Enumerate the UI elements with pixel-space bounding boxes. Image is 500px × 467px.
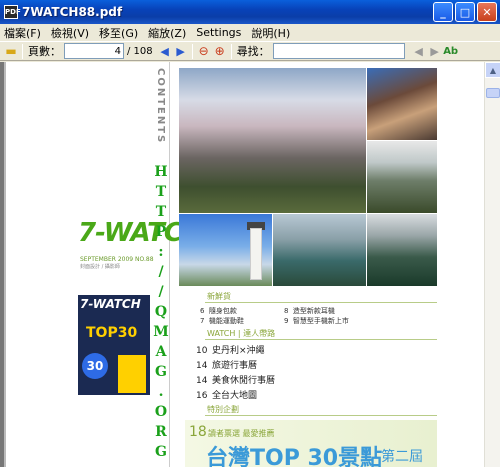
section-rule [205,415,437,416]
issue-subtitle: 封面設計 / 攝影師 [80,264,120,270]
cover-logo: 7-WATCH [80,297,141,311]
section-watch: WATCH | 達人帶路 [207,329,276,338]
window-title: 7WATCH88.pdf [22,5,123,19]
section-rule [205,302,437,303]
section-rule [205,339,437,340]
vertical-scrollbar[interactable]: ▲ [484,62,500,467]
feature-suffix: 第二屆 [381,449,423,465]
feature-title: 台灣TOP 30景點 [206,446,383,467]
page-edge-shadow [4,62,6,467]
find-previous-icon[interactable]: ◀ [411,43,427,59]
toc-item: 14 美食休閒行事曆 [196,376,276,386]
section-special: 特別企劃 [207,405,239,414]
toc-item: 16 全台大地圖 [196,391,258,401]
page-label: 頁數： [28,45,61,58]
lighthouse-tower [250,228,262,280]
menu-zoom[interactable]: 縮放(Z) [148,25,186,41]
toc-item: 7 機能運動鞋 [200,317,244,325]
page-total: / 108 [127,45,153,57]
toolbar-separator [191,43,193,59]
app-icon: PDF [4,5,21,19]
menu-bar: 檔案(F) 檢視(V) 移至(G) 縮放(Z) Settings 說明(H) [0,24,500,41]
section-new: 新鮮貨 [207,292,231,301]
toc-item: 10 史丹利×沖繩 [196,346,265,356]
people-photo [367,68,437,140]
document-view[interactable]: CONTENTS 7-WATCH SEPTEMBER 2009 NO.88 封面… [0,62,484,467]
toolbar-separator [22,43,23,59]
cover-title: TOP30 [86,325,138,341]
zoom-in-icon[interactable]: ⊕ [212,43,228,59]
page-number-input[interactable] [64,43,124,59]
lake-photo [273,214,366,286]
toolbar-separator [230,43,232,59]
menu-view[interactable]: 檢視(V) [51,25,89,41]
toolbar: ▬ 頁數： / 108 ◀ ▶ ⊖ ⊕ 尋找： ◀ ▶ Ab [0,41,500,61]
issue-label: SEPTEMBER 2009 NO.88 [80,256,154,263]
valley-photo [367,214,437,286]
open-folder-icon[interactable]: ▬ [3,43,19,59]
close-button[interactable]: ✕ [477,2,497,22]
next-page-icon[interactable]: ▶ [173,43,189,59]
find-next-icon[interactable]: ▶ [427,43,443,59]
menu-goto[interactable]: 移至(G) [99,25,138,41]
feature-subtitle: 讀者票選 最愛推薦 [208,429,275,438]
find-label: 尋找： [236,45,270,58]
toc-item: 6 隨身包款 [200,307,237,315]
watermark-text: H T T P : / / Q M A G . O R G [153,164,169,460]
zoom-out-icon[interactable]: ⊖ [196,43,212,59]
previous-page-icon[interactable]: ◀ [157,43,173,59]
cover-badge: 30 [82,353,108,379]
menu-help[interactable]: 說明(H) [251,25,290,41]
magazine-cover-thumbnail: 7-WATCH TOP30 30 [78,295,150,395]
feature-page-number: 18 [189,424,207,440]
cover-strip [118,355,146,393]
mountain-photo [367,141,437,213]
minimize-button[interactable]: _ [433,2,453,22]
maximize-button[interactable]: □ [455,2,475,22]
toc-item: 8 造型新款耳機 [284,307,335,315]
cherry-blossom-photo [179,68,366,213]
title-bar[interactable]: PDF 7WATCH88.pdf _ □ ✕ [0,0,500,24]
menu-settings[interactable]: Settings [196,26,241,39]
scrollbar-thumb[interactable] [486,88,500,98]
toc-item: 14 旅遊行事曆 [196,361,258,371]
find-input[interactable] [272,43,405,59]
menu-file[interactable]: 檔案(F) [4,25,41,41]
match-case-icon[interactable]: Ab [443,43,459,59]
toc-item: 9 智慧型手機新上市 [284,317,349,325]
scroll-up-icon[interactable]: ▲ [485,62,500,78]
